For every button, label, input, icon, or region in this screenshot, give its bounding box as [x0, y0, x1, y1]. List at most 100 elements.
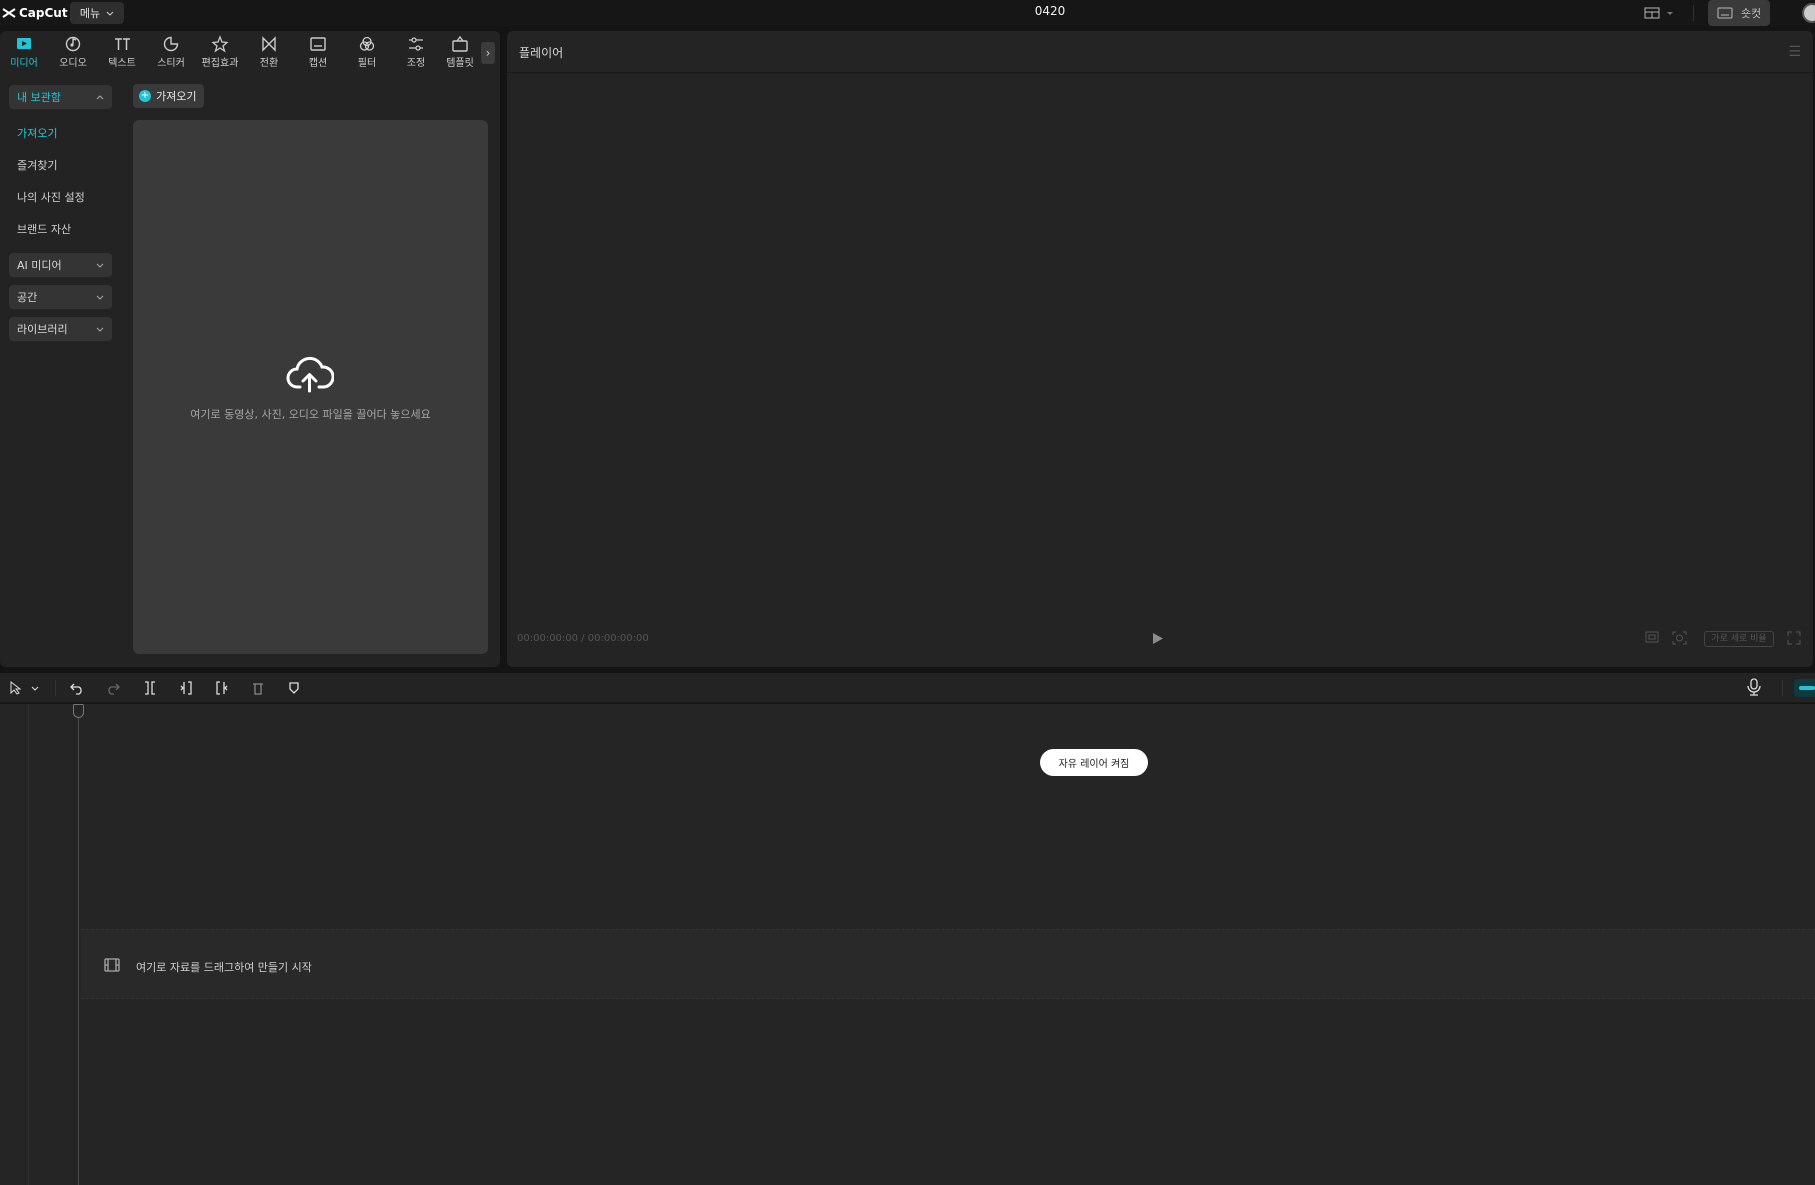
timecode: 00:00:00:00 / 00:00:00:00	[517, 633, 649, 644]
chevron-down-icon	[96, 327, 104, 332]
tab-audio[interactable]: 오디오	[49, 35, 97, 71]
tool-tabs: 미디어 오디오 텍스트 스티커 편집효과 전환 캡션 필터 조정 템플릿 ›	[0, 31, 500, 71]
play-button[interactable]	[1152, 632, 1164, 649]
record-voice-button[interactable]	[1747, 678, 1761, 700]
divider	[55, 680, 56, 696]
sidebar-item-brand-assets[interactable]: 브랜드 자산	[9, 213, 112, 245]
chevron-down-icon	[96, 263, 104, 268]
chevron-up-icon	[96, 94, 104, 99]
divider	[1693, 5, 1694, 21]
player-title: 플레이어	[519, 46, 564, 60]
undo-button[interactable]	[67, 679, 87, 697]
text-icon	[115, 38, 130, 50]
template-icon	[452, 35, 468, 52]
player-header: 플레이어 ☰	[507, 31, 1813, 73]
chevron-down-icon	[96, 295, 104, 300]
shortcut-label: 숏컷	[1740, 7, 1762, 20]
cloud-upload-icon	[286, 356, 334, 393]
plus-icon: +	[139, 90, 151, 102]
fullscreen-icon[interactable]	[1787, 631, 1801, 648]
chevron-down-icon	[106, 11, 114, 16]
safe-area-icon[interactable]	[1645, 631, 1659, 646]
hamburger-icon[interactable]: ☰	[1788, 44, 1801, 60]
play-icon	[1153, 633, 1163, 644]
select-tool-button[interactable]	[6, 679, 26, 697]
split-left-button[interactable]	[176, 679, 196, 697]
menu-button[interactable]: 메뉴	[70, 2, 124, 24]
main-track-magnet-toggle[interactable]	[1794, 679, 1815, 697]
sidebar-item-favorites[interactable]: 즐겨찾기	[9, 149, 112, 181]
split-right-button[interactable]	[212, 679, 232, 697]
tab-label: 텍스트	[108, 58, 136, 69]
tab-effects[interactable]: 편집효과	[196, 35, 244, 71]
playhead[interactable]	[78, 704, 79, 1185]
film-icon	[104, 958, 120, 972]
sidebar-group-my-library[interactable]: 내 보관함	[9, 85, 112, 109]
tab-label: 필터	[357, 58, 377, 69]
capcut-logo-icon	[2, 8, 16, 18]
divider	[1782, 680, 1783, 696]
sidebar-group-label: 라이브러리	[17, 323, 68, 336]
avatar[interactable]	[1802, 3, 1815, 23]
tabs-scroll-right-button[interactable]: ›	[481, 42, 495, 64]
track-header-column	[0, 704, 29, 1185]
chevron-down-icon	[1667, 11, 1673, 15]
delete-button[interactable]	[248, 679, 268, 697]
audio-icon	[65, 36, 81, 52]
tab-filter[interactable]: 필터	[343, 35, 391, 71]
tab-label: 조정	[406, 58, 426, 69]
adjust-icon	[409, 37, 423, 51]
marker-button[interactable]	[284, 679, 304, 697]
sidebar-item-import[interactable]: 가져오기	[9, 117, 112, 149]
aspect-ratio-button[interactable]: 가로 세로 비율	[1704, 631, 1774, 647]
select-tool-dropdown[interactable]	[29, 679, 41, 697]
sidebar-group-space[interactable]: 공간	[9, 285, 112, 309]
transition-icon	[262, 36, 276, 52]
media-sidebar: 내 보관함 가져오기 즐겨찾기 나의 사진 설정 브랜드 자산 AI 미디어 공…	[9, 85, 112, 349]
shield-icon	[289, 682, 299, 694]
tab-label: 편집효과	[201, 58, 239, 69]
import-button[interactable]: + 가져오기	[133, 84, 204, 108]
import-label: 가져오기	[156, 90, 197, 103]
tab-transition[interactable]: 전환	[245, 35, 293, 71]
split-button[interactable]	[140, 679, 160, 697]
player-panel: 플레이어 ☰ 00:00:00:00 / 00:00:00:00 가로 세로 비…	[507, 31, 1813, 667]
sidebar-group-library[interactable]: 라이브러리	[9, 317, 112, 341]
tab-adjust[interactable]: 조정	[392, 35, 440, 71]
tab-label: 템플릿	[446, 58, 474, 69]
main-track-hint: 여기로 자료를 드래그하여 만들기 시작	[136, 961, 312, 974]
sidebar-item-my-presets[interactable]: 나의 사진 설정	[9, 181, 112, 213]
sidebar-group-label: 공간	[17, 291, 38, 304]
tab-text[interactable]: 텍스트	[98, 35, 146, 71]
timeline-toolbar	[0, 673, 1815, 703]
tab-media[interactable]: 미디어	[0, 35, 48, 71]
logo-text: CapCut	[19, 6, 68, 20]
media-dropzone[interactable]: 여기로 동영상, 사진, 오디오 파일을 끌어다 놓으세요	[133, 120, 488, 654]
trim-right-icon	[216, 681, 228, 695]
playhead-handle[interactable]	[73, 704, 84, 718]
redo-icon	[108, 683, 120, 695]
timeline[interactable]: 자유 레이어 켜짐 여기로 자료를 드래그하여 만들기 시작	[0, 704, 1815, 1185]
sidebar-group-ai-media[interactable]: AI 미디어	[9, 253, 112, 277]
sticker-icon	[163, 36, 179, 52]
sidebar-group-label: AI 미디어	[17, 259, 62, 272]
trim-left-icon	[180, 681, 192, 695]
tab-label: 전환	[259, 58, 279, 69]
undo-icon	[70, 683, 82, 695]
zoom-screen-icon[interactable]	[1672, 631, 1687, 648]
effects-icon	[211, 35, 229, 53]
shortcut-button[interactable]: 숏컷	[1708, 0, 1770, 26]
tab-label: 미디어	[10, 58, 38, 69]
cursor-icon	[10, 681, 22, 695]
redo-button[interactable]	[103, 679, 123, 697]
main-track-dropzone[interactable]: 여기로 자료를 드래그하여 만들기 시작	[81, 929, 1815, 999]
layout-button[interactable]	[1644, 3, 1682, 23]
tab-label: 캡션	[308, 58, 328, 69]
sidebar-group-label: 내 보관함	[17, 91, 61, 104]
layout-icon	[1644, 7, 1660, 19]
microphone-icon	[1747, 678, 1761, 696]
filter-icon	[359, 36, 375, 51]
tab-template[interactable]: 템플릿	[441, 35, 479, 71]
tab-caption[interactable]: 캡션	[294, 35, 342, 71]
tab-sticker[interactable]: 스티커	[147, 35, 195, 71]
